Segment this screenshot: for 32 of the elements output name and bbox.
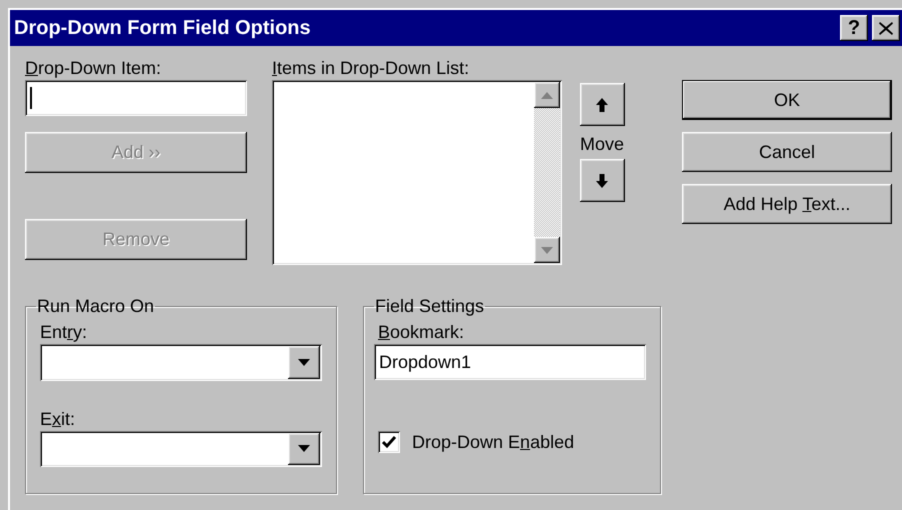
field-label: Exit: [40, 408, 76, 430]
field-label: Bookmark: [378, 321, 466, 344]
dialog-button[interactable]: OK [682, 80, 892, 120]
group-title: Run Macro On [36, 296, 156, 316]
input-field[interactable] [25, 80, 247, 116]
dropdown-arrow-icon [298, 445, 310, 452]
list-box[interactable] [272, 80, 562, 265]
dialog-button[interactable]: Add Help Text... [682, 184, 892, 224]
checkbox[interactable] [378, 431, 400, 453]
scroll-up-icon [541, 92, 553, 98]
dropdown-arrow-icon [298, 358, 310, 366]
field-label: Drop-Down Item: [25, 57, 162, 80]
close-icon [879, 22, 893, 34]
exit-dropdown[interactable] [40, 430, 322, 467]
checkbox-label: Drop-Down Enabled [412, 431, 574, 454]
field-label: Entry: [40, 321, 88, 344]
down-arrow-icon [596, 174, 608, 188]
help-button[interactable]: ? [840, 15, 868, 41]
group-title: Field Settings [374, 296, 486, 316]
bookmark-field[interactable]: Dropdown1 [374, 344, 646, 380]
move-down-button[interactable] [580, 159, 624, 202]
scroll-bar[interactable] [534, 82, 560, 263]
dialog-button[interactable]: Cancel [682, 132, 892, 172]
check-icon [382, 436, 396, 448]
move-up-button[interactable] [580, 83, 624, 126]
scroll-down-icon [541, 246, 553, 254]
up-arrow-icon [596, 98, 608, 112]
window-title: Drop-Down Form Field Options [14, 16, 311, 40]
close-button[interactable] [872, 15, 900, 41]
list-label: Items in Drop-Down List: [272, 57, 470, 80]
entry-dropdown[interactable] [40, 344, 322, 380]
move-label: Move [580, 133, 624, 156]
